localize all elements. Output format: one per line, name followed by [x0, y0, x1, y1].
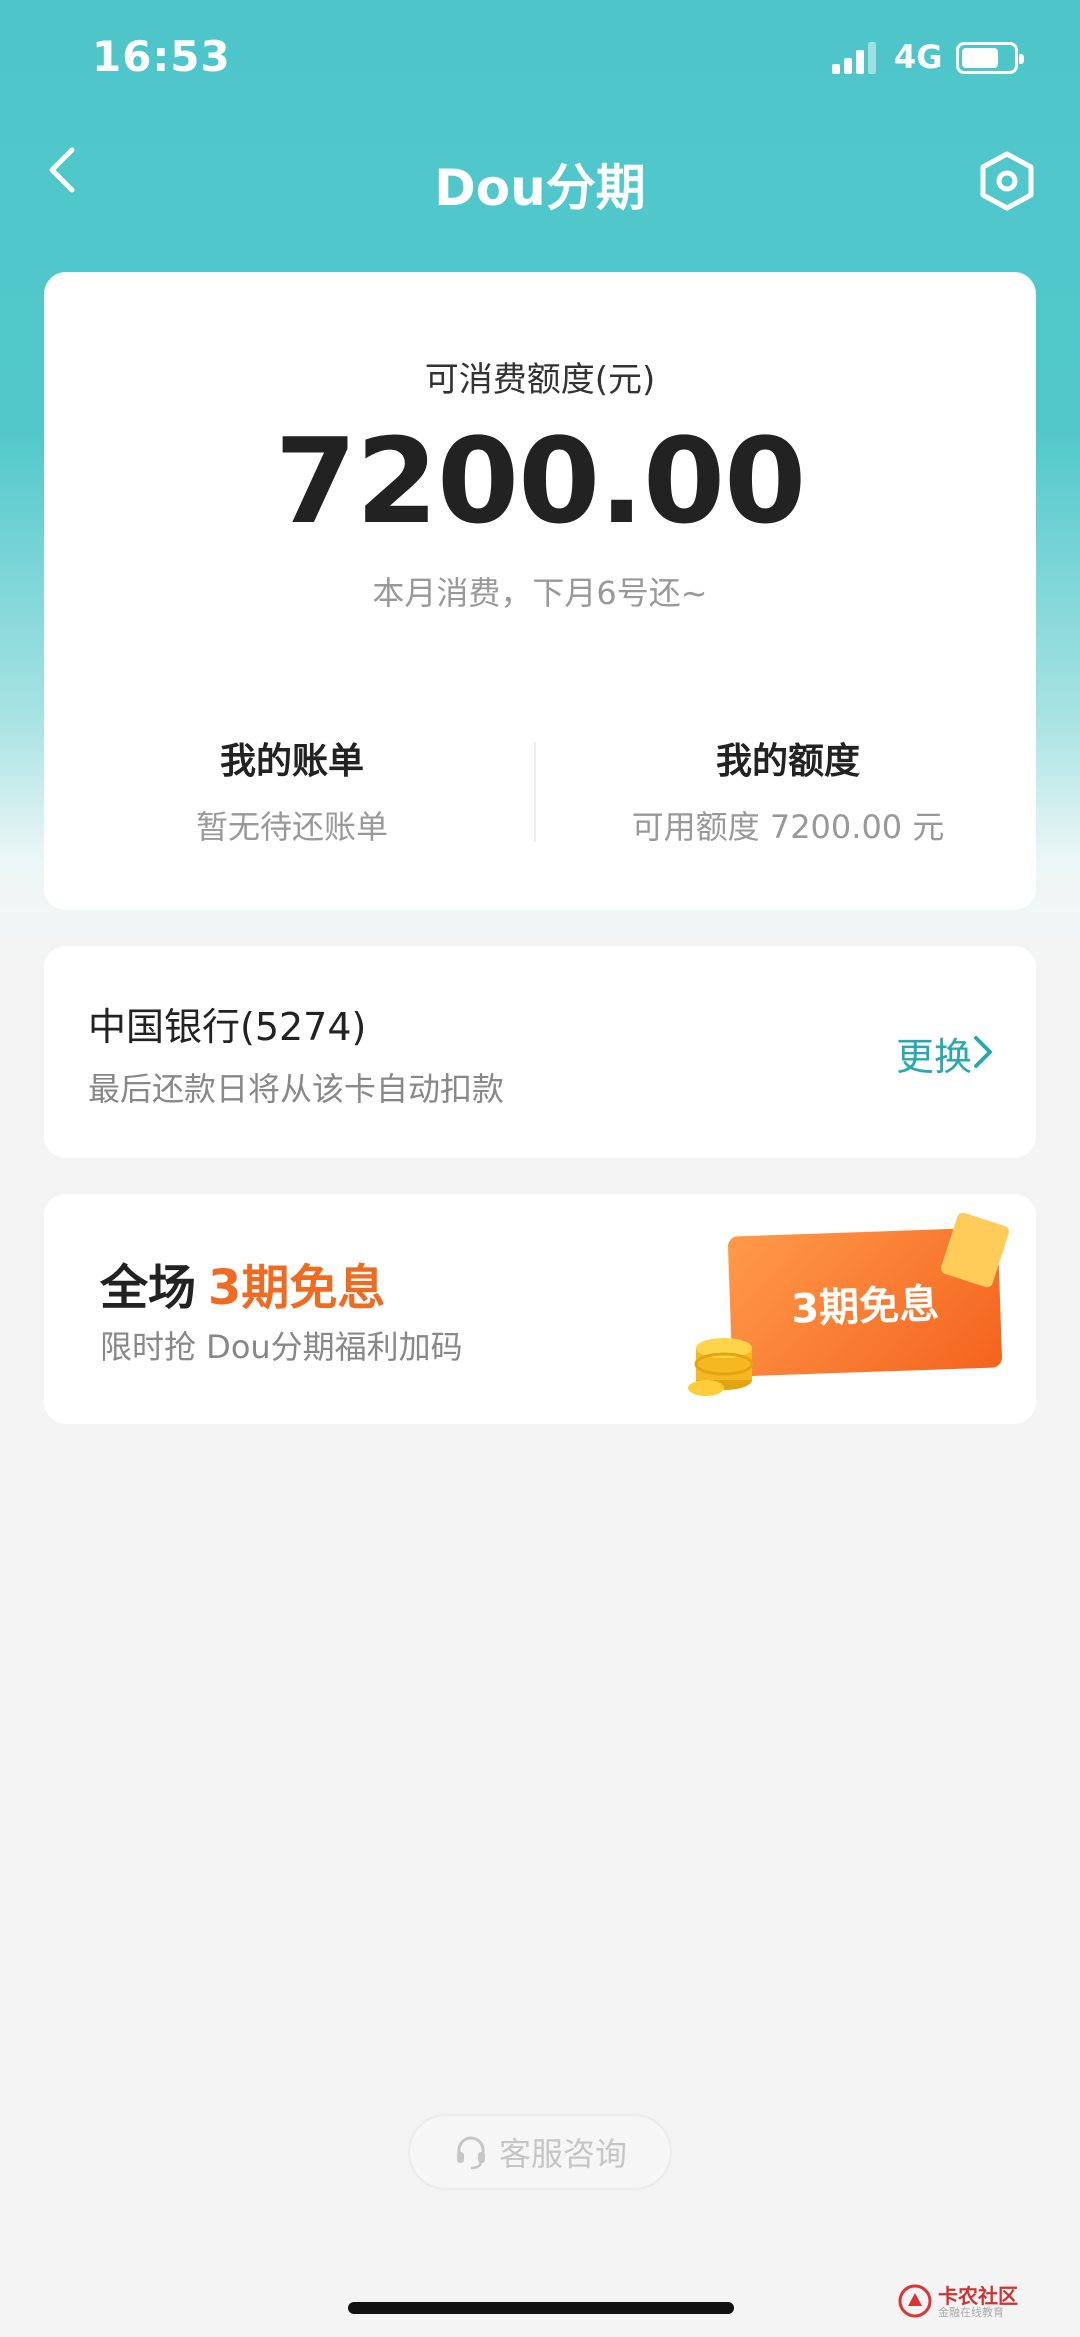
bank-card-row[interactable]: 中国银行(5274) 最后还款日将从该卡自动扣款 更换 — [44, 946, 1036, 1158]
my-quota-title: 我的额度 — [715, 741, 860, 782]
bank-name: 中国银行(5274) — [88, 1005, 367, 1049]
coins-icon — [688, 1338, 754, 1396]
status-time: 16:53 — [92, 32, 231, 81]
battery-icon — [956, 42, 1024, 74]
column-divider — [534, 742, 536, 842]
watermark: 卡农社区 金融在线教育 — [898, 2280, 1038, 2320]
signal-bars-icon — [832, 42, 876, 74]
status-bar: 16:53 4G — [0, 0, 1080, 120]
credit-label: 可消费额度(元) — [424, 360, 656, 400]
customer-service-button[interactable]: 客服咨询 — [408, 2114, 672, 2190]
my-bill-subtitle: 暂无待还账单 — [195, 808, 388, 846]
promo-subtitle: 限时抢 Dou分期福利加码 — [100, 1328, 463, 1366]
promo-title: 全场 3期免息 — [100, 1248, 385, 1318]
hexagon-settings-icon — [980, 151, 1034, 211]
repayment-note: 本月消费，下月6号还~ — [372, 574, 708, 612]
promo-banner[interactable]: 全场 3期免息 限时抢 Dou分期福利加码 3期免息 — [44, 1194, 1036, 1424]
settings-button[interactable] — [974, 148, 1040, 214]
credit-amount: 7200.00 — [274, 412, 806, 550]
home-indicator[interactable] — [348, 2302, 734, 2314]
bank-note: 最后还款日将从该卡自动扣款 — [88, 1070, 505, 1108]
customer-service-label: 客服咨询 — [498, 2135, 627, 2173]
my-quota-subtitle: 可用额度 7200.00 元 — [631, 808, 945, 846]
network-type: 4G — [894, 38, 943, 76]
promo-title-highlight: 3期免息 — [208, 1260, 386, 1316]
page-title: Dou分期 — [434, 159, 646, 217]
change-card-link[interactable]: 更换 — [896, 1026, 972, 1081]
my-bill-button[interactable]: 我的账单 暂无待还账单 — [44, 732, 540, 848]
kanong-logo-icon — [898, 2284, 932, 2318]
watermark-sub: 金融在线教育 — [938, 2306, 1004, 2319]
promo-title-prefix: 全场 — [100, 1260, 197, 1316]
chevron-right-icon — [974, 1036, 992, 1068]
headset-icon — [456, 2136, 485, 2170]
my-bill-title: 我的账单 — [219, 741, 364, 782]
credit-card: 可消费额度(元) 7200.00 本月消费，下月6号还~ 我的账单 暂无待还账单… — [44, 272, 1036, 910]
my-quota-button[interactable]: 我的额度 可用额度 7200.00 元 — [540, 732, 1036, 848]
